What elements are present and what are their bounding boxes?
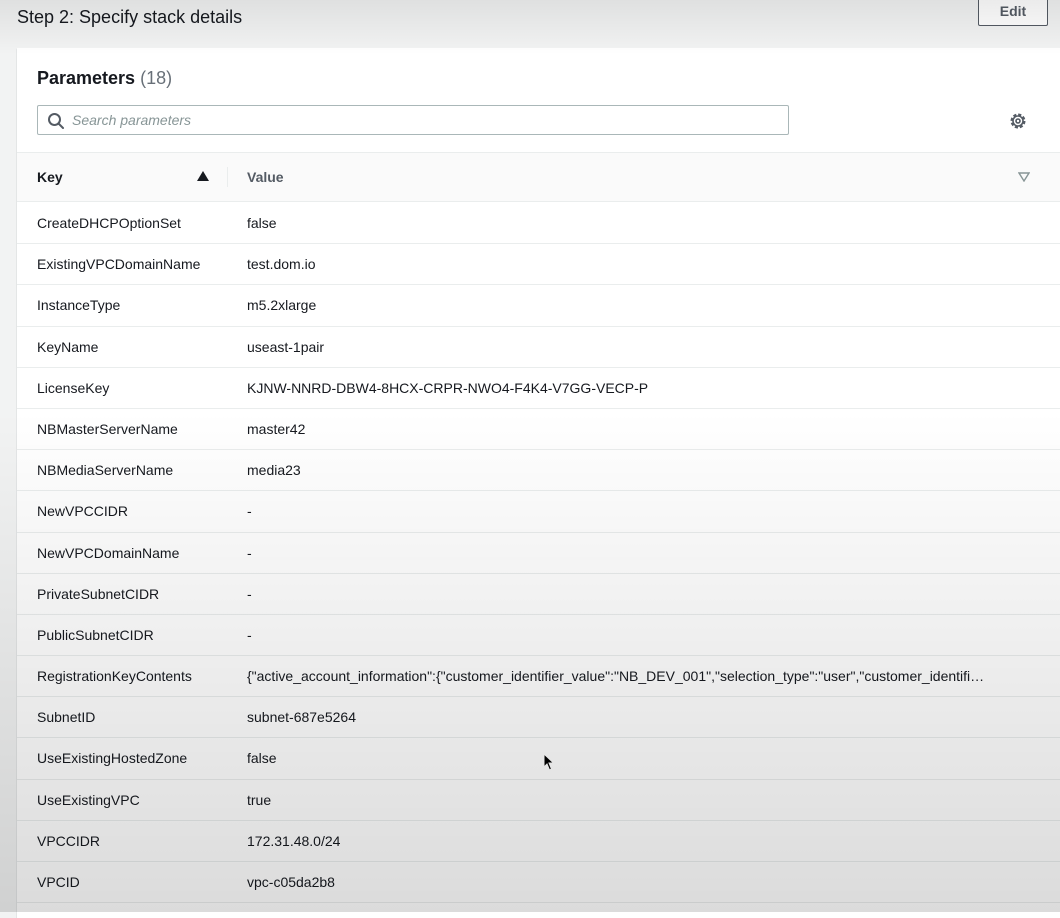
parameter-value: false: [247, 750, 277, 767]
parameter-key: PrivateSubnetCIDR: [37, 585, 160, 602]
parameter-value: media23: [247, 462, 301, 479]
search-input[interactable]: [72, 107, 772, 133]
column-header-value[interactable]: Value: [247, 153, 284, 201]
table-row: KeyName useast-1pair: [17, 327, 1060, 368]
parameter-key: SubnetID: [37, 709, 96, 726]
parameters-table-body: CreateDHCPOptionSet false ExistingVPCDomai…: [17, 203, 1060, 904]
parameter-value: -: [247, 585, 252, 602]
parameters-heading-label: Parameters: [37, 68, 136, 88]
table-row: NewVPCCIDR -: [17, 491, 1060, 533]
table-row: VPCID vpc-c05da2b8: [17, 862, 1060, 904]
parameter-value: -: [247, 626, 252, 643]
gear-icon[interactable]: [1008, 111, 1028, 131]
parameter-key: LicenseKey: [37, 379, 110, 396]
table-row: InstanceType m5.2xlarge: [17, 285, 1060, 327]
parameter-key: NBMediaServerName: [37, 462, 174, 479]
table-row: LicenseKey KJNW-NNRD-DBW4-8HCX-CRPR-NWO4-…: [17, 368, 1060, 409]
table-row: UseExistingHostedZone false: [17, 738, 1060, 780]
parameter-key: PublicSubnetCIDR: [37, 626, 154, 643]
parameter-value: m5.2xlarge: [247, 297, 317, 314]
parameter-value: -: [247, 503, 252, 520]
column-header-key[interactable]: Key: [37, 153, 227, 201]
table-row: RegistrationKeyContents {"active_account_…: [17, 656, 1060, 698]
parameter-key: NewVPCCIDR: [37, 503, 129, 520]
edit-button[interactable]: Edit: [978, 0, 1048, 26]
search-icon: [48, 113, 64, 129]
parameter-value: master42: [247, 420, 306, 437]
table-row: NewVPCDomainName -: [17, 533, 1060, 574]
parameter-value: vpc-c05da2b8: [247, 874, 335, 890]
parameter-value: 172.31.48.0/24: [247, 832, 341, 849]
parameter-value: {"active_account_information":{"customer…: [247, 668, 985, 685]
parameter-key: NBMasterServerName: [37, 420, 178, 437]
parameter-key: RegistrationKeyContents: [37, 668, 192, 685]
table-row: VPCCIDR 172.31.48.0/24: [17, 821, 1060, 862]
column-header-value-label: Value: [247, 169, 284, 185]
parameter-key: KeyName: [37, 338, 99, 355]
page-title: Step 2: Specify stack details: [17, 7, 243, 27]
search-box[interactable]: [37, 105, 789, 135]
parameters-heading: Parameters (18): [37, 68, 172, 89]
table-row: NBMediaServerName media23: [17, 450, 1060, 492]
mouse-cursor-icon: [543, 753, 555, 771]
parameter-key: UseExistingHostedZone: [37, 750, 188, 767]
parameter-key: InstanceType: [37, 297, 121, 314]
parameter-key: ExistingVPCDomainName: [37, 256, 201, 273]
table-row: PrivateSubnetCIDR -: [17, 574, 1060, 615]
table-row: CreateDHCPOptionSet false: [17, 203, 1060, 245]
column-header-key-label: Key: [37, 169, 63, 185]
parameter-value: -: [247, 544, 252, 561]
step-header: Step 2: Specify stack details Edit: [0, 0, 1060, 46]
parameter-value: false: [247, 215, 277, 231]
parameters-count: (18): [140, 68, 173, 88]
parameter-value: subnet-687e5264: [247, 709, 356, 726]
table-row: ExistingVPCDomainName test.dom.io: [17, 244, 1060, 286]
table-row: NBMasterServerName master42: [17, 409, 1060, 451]
parameters-panel: Parameters (18) Key Value CreateDHCPOpti…: [17, 48, 1060, 918]
table-header: Key Value: [17, 152, 1060, 202]
table-row: PublicSubnetCIDR -: [17, 615, 1060, 657]
table-row: SubnetID subnet-687e5264: [17, 697, 1060, 739]
parameter-key: UseExistingVPC: [37, 791, 140, 808]
parameter-value: KJNW-NNRD-DBW4-8HCX-CRPR-NWO4-F4K4-V7GG-…: [247, 379, 649, 396]
table-row: UseExistingVPC true: [17, 780, 1060, 821]
caret-up-icon: [197, 171, 209, 181]
caret-down-outline-icon[interactable]: [1018, 172, 1030, 182]
parameter-value: useast-1pair: [247, 338, 325, 355]
parameter-key: NewVPCDomainName: [37, 544, 180, 561]
parameter-key: CreateDHCPOptionSet: [37, 215, 181, 231]
parameter-value: true: [247, 791, 272, 808]
parameter-key: VPCCIDR: [37, 832, 101, 849]
column-divider[interactable]: [227, 167, 228, 187]
parameter-value: test.dom.io: [247, 256, 316, 273]
parameter-key: VPCID: [37, 874, 80, 890]
